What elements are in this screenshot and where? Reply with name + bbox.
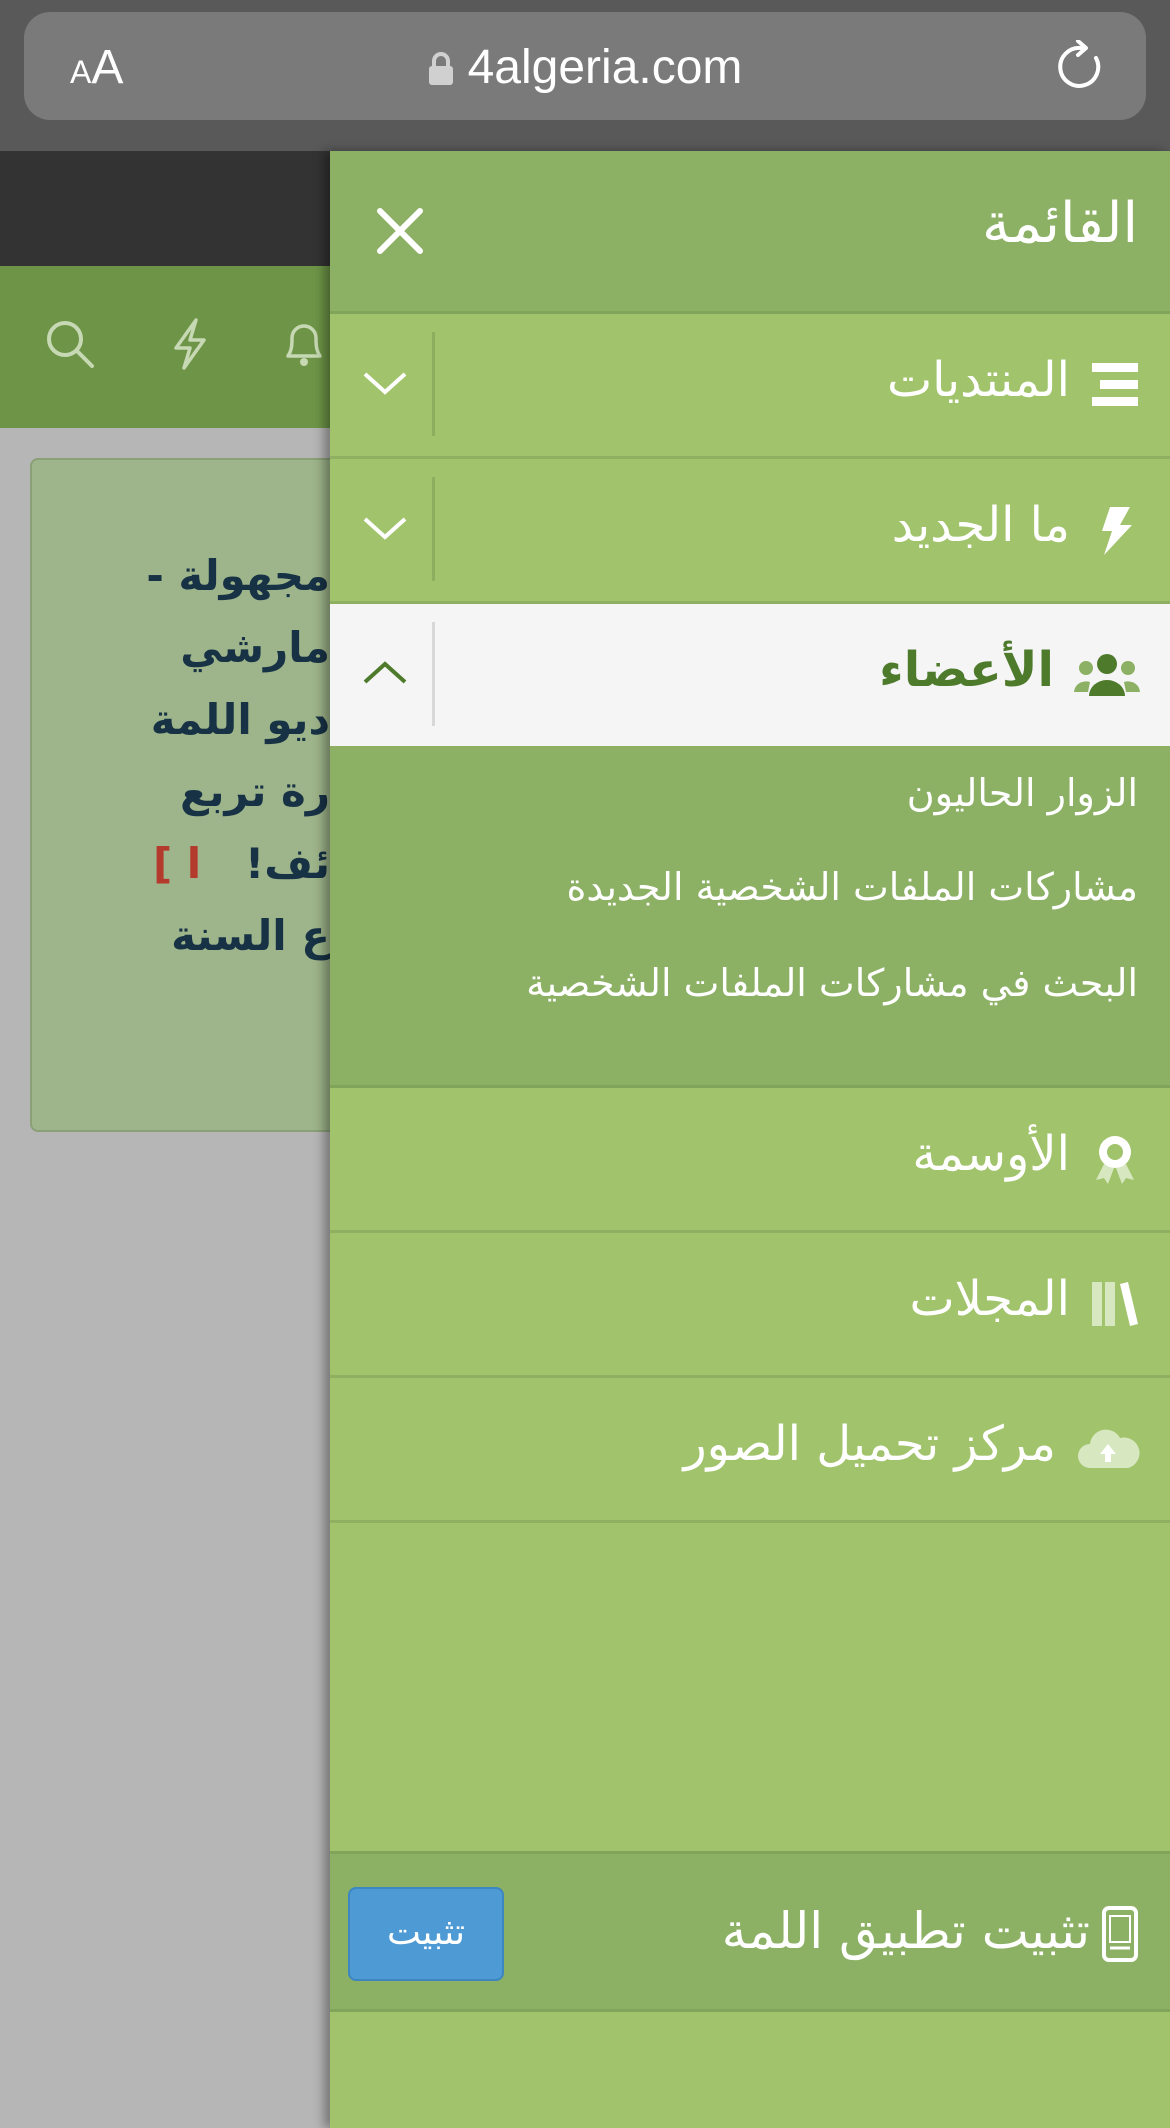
card-line-suffix: ا ] <box>152 839 202 888</box>
menu-item-awards[interactable]: الأوسمة <box>330 1088 1170 1233</box>
card-line: مارشي <box>180 623 330 672</box>
menu-item-label: ما الجديد <box>891 497 1070 553</box>
chevron-down-icon[interactable] <box>360 358 410 408</box>
card-line: ع السنة <box>171 911 330 960</box>
card-line: مجهولة - <box>146 551 330 600</box>
menu-item-magazines[interactable]: المجلات <box>330 1233 1170 1378</box>
members-submenu: الزوار الحاليون مشاركات الملفات الشخصية … <box>330 749 1170 1088</box>
search-icon[interactable] <box>44 318 96 374</box>
card-line: رة تربع <box>180 767 330 816</box>
submenu-item-new-profile-posts[interactable]: مشاركات الملفات الشخصية الجديدة <box>566 865 1138 909</box>
menu-drawer: القائمة المنتديات ما الجديد الأعضاء الزو… <box>330 151 1170 2128</box>
menu-item-label: المجلات <box>909 1271 1070 1327</box>
bolt-icon[interactable] <box>170 318 210 374</box>
chevron-down-icon[interactable] <box>360 503 410 553</box>
card-line: ديو اللمة <box>150 695 330 744</box>
browser-bar: AA 4algeria.com <box>0 0 1170 151</box>
users-icon <box>1074 650 1140 700</box>
chevron-up-icon[interactable] <box>360 648 410 698</box>
menu-item-label: الأوسمة <box>912 1126 1070 1182</box>
phone-icon <box>1100 1906 1140 1962</box>
lock-icon <box>428 43 454 98</box>
award-icon <box>1090 1134 1140 1184</box>
books-icon <box>1090 1279 1140 1329</box>
cloud-upload-icon <box>1076 1424 1140 1474</box>
menu-item-members[interactable]: الأعضاء <box>330 604 1170 749</box>
url-display: 4algeria.com <box>24 40 1146 98</box>
menu-item-forums[interactable]: المنتديات <box>330 314 1170 459</box>
submenu-item-current-visitors[interactable]: الزوار الحاليون <box>907 771 1138 815</box>
url-field[interactable]: AA 4algeria.com <box>24 12 1146 120</box>
divider <box>432 622 435 726</box>
install-app-row: تثبيت تطبيق اللمة تثبيت <box>330 1851 1170 2012</box>
bell-icon[interactable] <box>280 318 328 374</box>
bolt-icon <box>1090 505 1140 555</box>
close-icon[interactable] <box>372 203 428 259</box>
menu-item-label: مركز تحميل الصور <box>683 1416 1056 1472</box>
divider <box>432 332 435 436</box>
drawer-title: القائمة <box>982 191 1138 256</box>
content-card-text: مجهولة - مارشي ديو اللمة رة تربع ئف! ا ]… <box>0 458 330 1138</box>
drawer-header: القائمة <box>330 151 1170 314</box>
install-button[interactable]: تثبيت <box>348 1887 504 1981</box>
forums-icon <box>1090 360 1140 410</box>
menu-item-image-upload[interactable]: مركز تحميل الصور <box>330 1378 1170 1523</box>
url-text: 4algeria.com <box>467 41 743 94</box>
card-line-text: ئف! <box>245 839 330 888</box>
submenu-item-search-profile-posts[interactable]: البحث في مشاركات الملفات الشخصية <box>526 961 1138 1005</box>
reload-icon[interactable] <box>1056 39 1106 96</box>
card-line: ئف! ا ] <box>146 828 330 900</box>
menu-item-label: الأعضاء <box>879 642 1054 698</box>
divider <box>432 477 435 581</box>
install-app-label: تثبيت تطبيق اللمة <box>721 1902 1090 1960</box>
menu-item-label: المنتديات <box>886 352 1070 408</box>
menu-item-whats-new[interactable]: ما الجديد <box>330 459 1170 604</box>
